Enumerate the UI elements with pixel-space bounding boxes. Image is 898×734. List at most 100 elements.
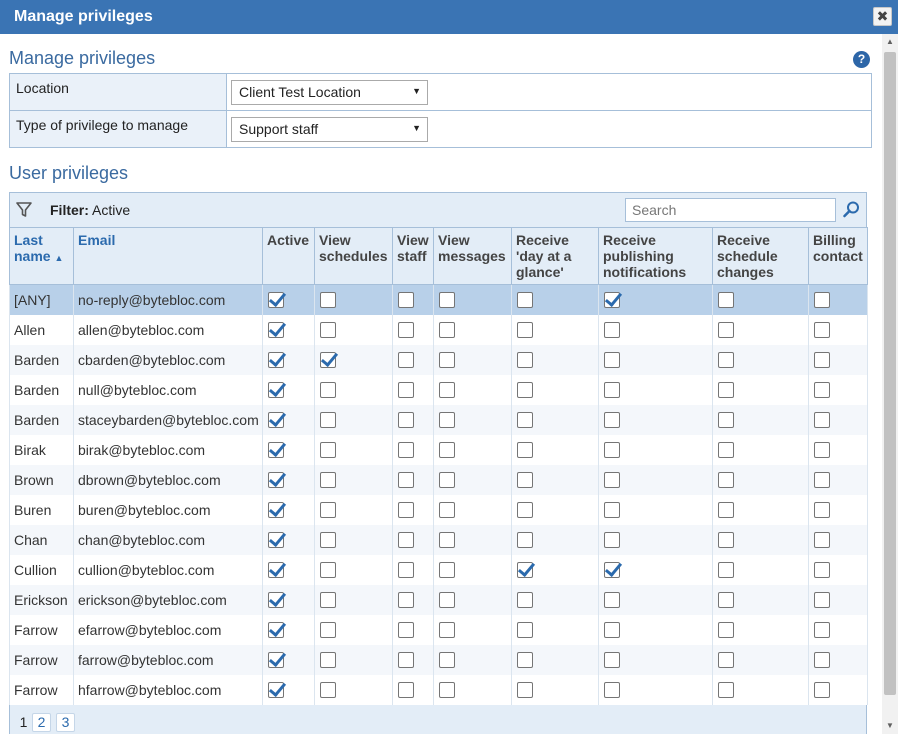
- table-row[interactable]: Barden cbarden@bytebloc.com: [9, 344, 868, 375]
- billing-contact-checkbox[interactable]: [814, 472, 830, 489]
- receive-day-checkbox[interactable]: [517, 502, 533, 519]
- billing-contact-checkbox[interactable]: [814, 592, 830, 609]
- view-messages-checkbox[interactable]: [439, 292, 455, 309]
- receive-schedule-changes-checkbox[interactable]: [718, 682, 734, 699]
- table-row[interactable]: Buren buren@bytebloc.com: [9, 494, 868, 525]
- receive-schedule-changes-checkbox[interactable]: [718, 502, 734, 519]
- scroll-up-arrow-icon[interactable]: ▲: [882, 34, 898, 50]
- receive-schedule-changes-checkbox[interactable]: [718, 292, 734, 309]
- view-messages-checkbox[interactable]: [439, 592, 455, 609]
- table-row[interactable]: Chan chan@bytebloc.com: [9, 524, 868, 555]
- active-checkbox[interactable]: [268, 472, 284, 489]
- privilege-type-select[interactable]: Support staff ▼: [231, 117, 428, 142]
- view-messages-checkbox[interactable]: [439, 322, 455, 339]
- billing-contact-checkbox[interactable]: [814, 652, 830, 669]
- view-schedules-checkbox[interactable]: [320, 532, 336, 549]
- receive-day-checkbox[interactable]: [517, 412, 533, 429]
- receive-publishing-checkbox[interactable]: [604, 442, 620, 459]
- view-schedules-checkbox[interactable]: [320, 622, 336, 639]
- view-staff-checkbox[interactable]: [398, 292, 414, 309]
- view-messages-checkbox[interactable]: [439, 622, 455, 639]
- billing-contact-checkbox[interactable]: [814, 682, 830, 699]
- scrollbar[interactable]: ▲ ▼: [882, 34, 898, 734]
- view-schedules-checkbox[interactable]: [320, 472, 336, 489]
- filter-icon[interactable]: [16, 202, 32, 221]
- view-schedules-checkbox[interactable]: [320, 412, 336, 429]
- receive-schedule-changes-checkbox[interactable]: [718, 562, 734, 579]
- receive-publishing-checkbox[interactable]: [604, 472, 620, 489]
- view-schedules-checkbox[interactable]: [320, 592, 336, 609]
- receive-day-checkbox[interactable]: [517, 322, 533, 339]
- view-messages-checkbox[interactable]: [439, 352, 455, 369]
- view-staff-checkbox[interactable]: [398, 412, 414, 429]
- receive-schedule-changes-checkbox[interactable]: [718, 442, 734, 459]
- receive-schedule-changes-checkbox[interactable]: [718, 322, 734, 339]
- table-row[interactable]: Farrow farrow@bytebloc.com: [9, 644, 868, 675]
- active-checkbox[interactable]: [268, 382, 284, 399]
- receive-day-checkbox[interactable]: [517, 652, 533, 669]
- receive-day-checkbox[interactable]: [517, 622, 533, 639]
- location-select[interactable]: Client Test Location ▼: [231, 80, 428, 105]
- view-schedules-checkbox[interactable]: [320, 352, 336, 369]
- table-row[interactable]: Farrow hfarrow@bytebloc.com: [9, 674, 868, 705]
- table-row[interactable]: Birak birak@bytebloc.com: [9, 434, 868, 465]
- table-row[interactable]: Cullion cullion@bytebloc.com: [9, 554, 868, 585]
- table-row[interactable]: Allen allen@bytebloc.com: [9, 314, 868, 345]
- column-header-last-name[interactable]: Last name ▲: [9, 227, 74, 285]
- receive-publishing-checkbox[interactable]: [604, 592, 620, 609]
- receive-day-checkbox[interactable]: [517, 352, 533, 369]
- receive-day-checkbox[interactable]: [517, 532, 533, 549]
- active-checkbox[interactable]: [268, 532, 284, 549]
- table-row[interactable]: Barden null@bytebloc.com: [9, 374, 868, 405]
- active-checkbox[interactable]: [268, 592, 284, 609]
- active-checkbox[interactable]: [268, 562, 284, 579]
- billing-contact-checkbox[interactable]: [814, 412, 830, 429]
- view-staff-checkbox[interactable]: [398, 562, 414, 579]
- view-messages-checkbox[interactable]: [439, 682, 455, 699]
- view-staff-checkbox[interactable]: [398, 352, 414, 369]
- view-staff-checkbox[interactable]: [398, 502, 414, 519]
- view-staff-checkbox[interactable]: [398, 682, 414, 699]
- receive-day-checkbox[interactable]: [517, 472, 533, 489]
- receive-day-checkbox[interactable]: [517, 292, 533, 309]
- billing-contact-checkbox[interactable]: [814, 442, 830, 459]
- page-link-3[interactable]: 3: [56, 712, 75, 732]
- scroll-thumb[interactable]: [884, 52, 896, 695]
- view-staff-checkbox[interactable]: [398, 592, 414, 609]
- view-messages-checkbox[interactable]: [439, 412, 455, 429]
- view-schedules-checkbox[interactable]: [320, 382, 336, 399]
- view-messages-checkbox[interactable]: [439, 562, 455, 579]
- receive-schedule-changes-checkbox[interactable]: [718, 472, 734, 489]
- table-row[interactable]: Brown dbrown@bytebloc.com: [9, 464, 868, 495]
- receive-publishing-checkbox[interactable]: [604, 502, 620, 519]
- view-staff-checkbox[interactable]: [398, 652, 414, 669]
- receive-publishing-checkbox[interactable]: [604, 382, 620, 399]
- view-messages-checkbox[interactable]: [439, 652, 455, 669]
- scroll-down-arrow-icon[interactable]: ▼: [882, 718, 898, 734]
- receive-publishing-checkbox[interactable]: [604, 682, 620, 699]
- active-checkbox[interactable]: [268, 292, 284, 309]
- active-checkbox[interactable]: [268, 652, 284, 669]
- active-checkbox[interactable]: [268, 412, 284, 429]
- view-schedules-checkbox[interactable]: [320, 442, 336, 459]
- table-row[interactable]: Farrow efarrow@bytebloc.com: [9, 614, 868, 645]
- receive-schedule-changes-checkbox[interactable]: [718, 352, 734, 369]
- receive-day-checkbox[interactable]: [517, 682, 533, 699]
- receive-publishing-checkbox[interactable]: [604, 412, 620, 429]
- receive-publishing-checkbox[interactable]: [604, 562, 620, 579]
- view-messages-checkbox[interactable]: [439, 442, 455, 459]
- view-schedules-checkbox[interactable]: [320, 292, 336, 309]
- table-row[interactable]: Barden staceybarden@bytebloc.com: [9, 404, 868, 435]
- search-input[interactable]: [625, 198, 836, 222]
- table-row[interactable]: [ANY] no-reply@bytebloc.com: [9, 284, 868, 315]
- view-messages-checkbox[interactable]: [439, 502, 455, 519]
- table-row[interactable]: Erickson erickson@bytebloc.com: [9, 584, 868, 615]
- receive-day-checkbox[interactable]: [517, 562, 533, 579]
- search-icon[interactable]: [843, 201, 860, 221]
- active-checkbox[interactable]: [268, 322, 284, 339]
- billing-contact-checkbox[interactable]: [814, 562, 830, 579]
- receive-publishing-checkbox[interactable]: [604, 532, 620, 549]
- view-messages-checkbox[interactable]: [439, 472, 455, 489]
- receive-publishing-checkbox[interactable]: [604, 652, 620, 669]
- view-schedules-checkbox[interactable]: [320, 682, 336, 699]
